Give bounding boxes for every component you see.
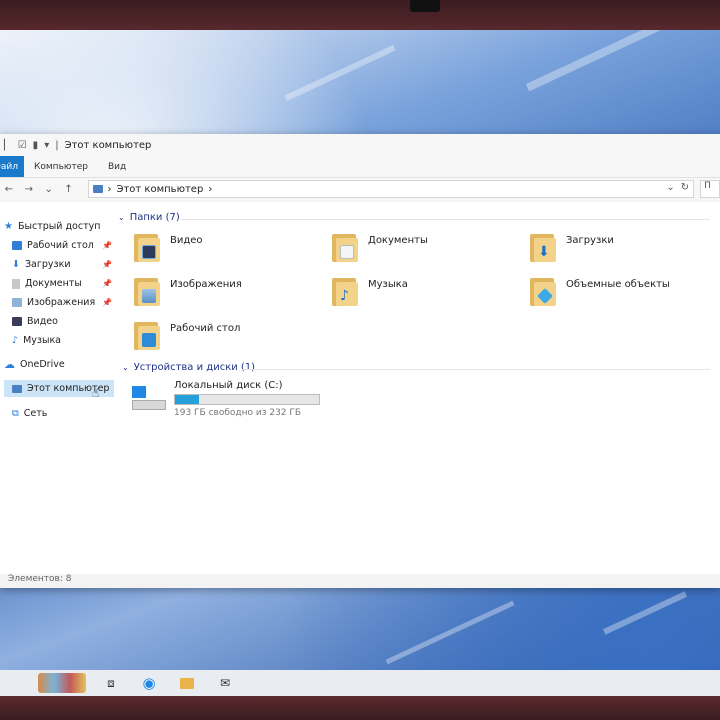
address-separator: › <box>107 183 112 195</box>
sidebar-item-documents[interactable]: Документы 📌 <box>12 275 116 292</box>
navigation-pane: ★ Быстрый доступ Рабочий стол 📌 ⬇ Загруз… <box>0 214 118 574</box>
navigation-row: ← → ⌄ ↑ › Этот компьютер › ⌄ ↻ П <box>0 178 720 200</box>
mouse-cursor-icon: ☝ <box>92 386 100 400</box>
drive-usage-fill <box>175 395 200 404</box>
sidebar-item-quick-access[interactable]: ★ Быстрый доступ <box>4 218 116 235</box>
folders-section-header[interactable]: ⌄ Папки (7) <box>118 212 180 223</box>
tab-file[interactable]: Файл <box>0 156 24 177</box>
sidebar-item-pictures[interactable]: Изображения 📌 <box>12 294 116 311</box>
folder-music[interactable]: ♪ Музыка <box>332 276 408 306</box>
download-icon: ⬇ <box>12 259 20 270</box>
folder-video[interactable]: Видео <box>134 232 203 262</box>
up-icon[interactable]: ↑ <box>62 184 76 195</box>
content-area: ★ Быстрый доступ Рабочий стол 📌 ⬇ Загруз… <box>0 202 720 574</box>
task-view-icon[interactable]: ⧈ <box>102 674 120 692</box>
webcam <box>410 0 440 12</box>
chevron-down-icon: ⌄ <box>118 213 125 222</box>
taskbar: ⧈ ◉ ✉ <box>0 670 720 696</box>
address-path: Этот компьютер <box>116 183 204 195</box>
cloud-icon: ☁ <box>4 358 15 371</box>
computer-icon <box>92 185 103 193</box>
file-explorer-window: ▏ ☑ ▮ ▾ | Этот компьютер Файл Компьютер … <box>0 134 720 588</box>
edge-icon[interactable]: ◉ <box>140 674 158 692</box>
status-bar-items: Элементов: 8 <box>8 574 72 584</box>
documents-icon <box>12 278 20 289</box>
recent-dropdown-icon[interactable]: ⌄ <box>42 184 56 195</box>
title-separator: | <box>55 139 59 151</box>
network-icon: ⧉ <box>12 408 19 419</box>
drive-free-space: 193 ГБ свободно из 232 ГБ <box>174 408 302 418</box>
drives-section-header[interactable]: ⌄ Устройства и диски (1) <box>122 362 255 373</box>
drive-details: Локальный диск (C:) 193 ГБ свободно из 2… <box>174 380 320 418</box>
pin-icon[interactable]: 📌 <box>102 241 112 250</box>
folder-desktop[interactable]: Рабочий стол <box>134 320 240 350</box>
address-bar[interactable]: › Этот компьютер › ⌄ ↻ <box>87 180 695 198</box>
sidebar-item-network[interactable]: ⧉ Сеть <box>12 405 116 422</box>
sidebar-item-video[interactable]: Видео <box>12 313 116 330</box>
computer-icon <box>12 384 22 393</box>
folder-pictures[interactable]: Изображения <box>134 276 242 306</box>
drive-c[interactable]: Локальный диск (C:) 193 ГБ свободно из 2… <box>132 380 320 418</box>
title-bar: ▏ ☑ ▮ ▾ | Этот компьютер <box>0 134 720 156</box>
window-title: Этот компьютер <box>64 139 152 151</box>
folder-3d-objects[interactable]: Объемные объекты <box>530 276 670 306</box>
address-separator-end: › <box>208 183 213 195</box>
sidebar-item-downloads[interactable]: ⬇ Загрузки 📌 <box>12 256 116 273</box>
sidebar-item-music[interactable]: ♪ Музыка <box>12 332 116 349</box>
search-input[interactable]: П <box>700 180 720 198</box>
screen-bezel-bottom <box>0 696 720 720</box>
music-folder-icon: ♪ <box>332 276 358 306</box>
chevron-down-icon: ⌄ <box>122 363 129 372</box>
ribbon-tabs: Файл Компьютер Вид <box>0 156 720 178</box>
star-icon: ★ <box>4 221 13 232</box>
pin-icon[interactable]: 📌 <box>102 298 112 307</box>
sidebar-item-onedrive[interactable]: ☁ OneDrive <box>4 356 116 373</box>
sidebar-item-desktop[interactable]: Рабочий стол 📌 <box>12 237 116 254</box>
documents-folder-icon <box>332 232 358 262</box>
pictures-folder-icon <box>134 276 160 306</box>
music-icon: ♪ <box>12 335 19 346</box>
pin-icon[interactable]: 📌 <box>102 279 112 288</box>
checkbox-icon[interactable]: ☑ <box>18 140 27 151</box>
desktop-icon <box>12 241 22 250</box>
hard-drive-icon <box>132 386 166 412</box>
file-explorer-icon[interactable] <box>178 674 196 692</box>
downloads-folder-icon: ⬇ <box>530 232 556 262</box>
video-icon <box>12 317 22 326</box>
refresh-icon[interactable]: ↻ <box>681 182 689 193</box>
tab-computer[interactable]: Компьютер <box>24 156 98 177</box>
section-divider <box>242 369 710 370</box>
screen-bezel-top <box>0 0 720 34</box>
start-icon[interactable] <box>38 673 86 693</box>
desktop-folder-icon <box>134 320 160 350</box>
back-icon[interactable]: ← <box>2 184 16 195</box>
address-dropdown-icon[interactable]: ⌄ <box>666 182 674 193</box>
video-folder-icon <box>134 232 160 262</box>
folder-documents[interactable]: Документы <box>332 232 428 262</box>
drive-label: Локальный диск (C:) <box>174 380 283 391</box>
dropdown-icon[interactable]: ▾ <box>44 140 49 151</box>
drive-usage-bar <box>174 394 320 405</box>
section-divider <box>180 219 710 220</box>
pictures-icon <box>12 298 22 307</box>
folder-downloads[interactable]: ⬇ Загрузки <box>530 232 614 262</box>
folder-icon[interactable]: ▮ <box>33 140 39 151</box>
forward-icon[interactable]: → <box>22 184 36 195</box>
mail-icon[interactable]: ✉ <box>216 674 234 692</box>
pin-icon[interactable]: 📌 <box>102 260 112 269</box>
properties-icon[interactable]: ▏ <box>4 140 12 151</box>
tab-view[interactable]: Вид <box>98 156 136 177</box>
3d-objects-folder-icon <box>530 276 556 306</box>
